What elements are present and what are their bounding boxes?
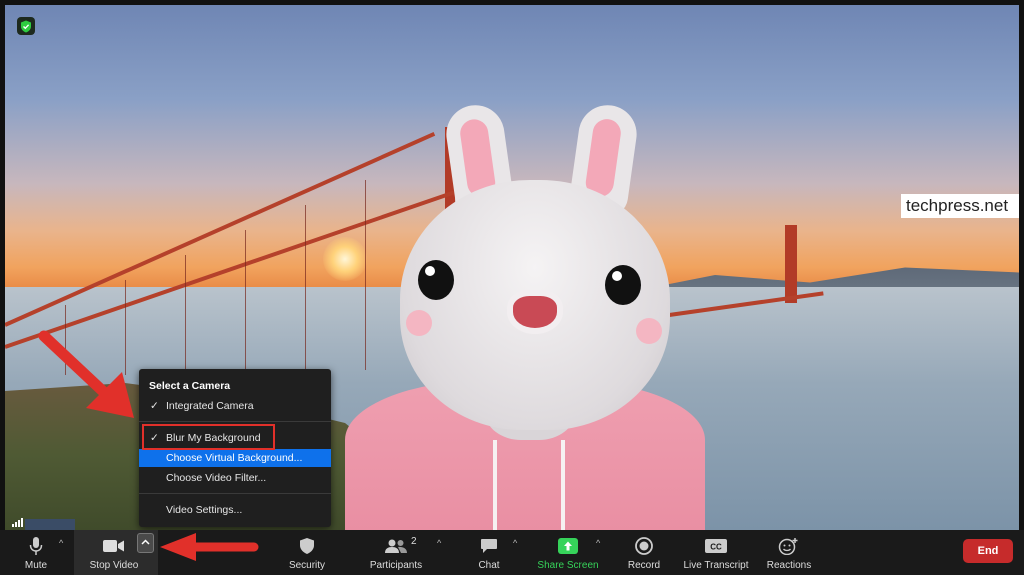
menu-separator (139, 421, 331, 422)
menu-item-label: Integrated Camera (166, 400, 254, 412)
checkmark-icon: ✓ (150, 400, 159, 412)
svg-text:CC: CC (710, 543, 722, 552)
meeting-toolbar: Mute ^ Stop Video Security Participants … (0, 530, 1024, 575)
menu-separator (139, 493, 331, 494)
camera-menu-header: Select a Camera (149, 380, 231, 392)
avatar-cheek-right (636, 318, 662, 344)
mute-options-chevron-icon[interactable]: ^ (59, 538, 63, 548)
annotation-highlight-box (142, 424, 275, 450)
participants-options-chevron-icon[interactable]: ^ (437, 538, 441, 548)
avatar-eye-right (605, 265, 641, 305)
participants-count: 2 (411, 536, 417, 547)
participant-name-strip (25, 519, 75, 530)
live-transcript-label: Live Transcript (683, 560, 749, 571)
hoodie-string-left (493, 440, 497, 530)
menu-item-label: Choose Virtual Background... (166, 452, 303, 464)
reactions-label: Reactions (766, 560, 812, 571)
record-icon (635, 535, 653, 557)
chat-button[interactable]: Chat (474, 530, 504, 575)
avatar-eye-left (418, 260, 454, 300)
share-screen-button[interactable]: Share Screen (536, 530, 600, 575)
record-label: Record (627, 560, 661, 571)
annotation-arrow-icon (38, 330, 134, 418)
avatar-head (400, 180, 670, 430)
video-options-chevron-icon[interactable] (137, 533, 154, 553)
closed-caption-icon: CC (705, 535, 727, 557)
security-label: Security (288, 560, 326, 571)
bunny-avatar (345, 100, 705, 530)
watermark: techpress.net (901, 194, 1019, 218)
menu-item-choose-virtual-background[interactable]: Choose Virtual Background... (139, 449, 331, 467)
share-options-chevron-icon[interactable]: ^ (596, 538, 600, 548)
avatar-cheek-left (406, 310, 432, 336)
security-button[interactable]: Security (283, 530, 331, 575)
annotation-arrow-icon (160, 533, 259, 561)
participants-label: Participants (369, 560, 423, 571)
chat-bubble-icon (480, 535, 498, 557)
zoom-meeting-window: techpress.net Select a Camera ✓ Integrat… (0, 0, 1024, 575)
avatar-mouth (507, 290, 563, 334)
stop-video-label: Stop Video (89, 560, 139, 571)
chat-label: Chat (478, 560, 500, 571)
record-button[interactable]: Record (624, 530, 664, 575)
share-arrow-icon (558, 535, 578, 557)
reactions-button[interactable]: Reactions (765, 530, 813, 575)
share-screen-label: Share Screen (537, 560, 599, 571)
encryption-shield-icon[interactable] (17, 17, 35, 35)
signal-strength-icon (12, 518, 23, 527)
microphone-icon (29, 535, 43, 557)
bridge-suspender (305, 205, 306, 370)
live-transcript-button[interactable]: CC Live Transcript (682, 530, 750, 575)
participants-icon (384, 535, 408, 557)
bridge-tower-right (785, 225, 797, 303)
bridge-suspender (245, 230, 246, 375)
mute-label: Mute (24, 560, 48, 571)
hoodie-string-right (561, 440, 565, 530)
emoji-icon (778, 535, 800, 557)
menu-item-label: Video Settings... (166, 504, 243, 516)
menu-item-integrated-camera[interactable]: ✓ Integrated Camera (139, 397, 331, 415)
bridge-suspender (185, 255, 186, 375)
menu-item-label: Choose Video Filter... (166, 472, 267, 484)
chat-options-chevron-icon[interactable]: ^ (513, 538, 517, 548)
shield-icon (299, 535, 315, 557)
menu-item-choose-video-filter[interactable]: Choose Video Filter... (139, 469, 331, 487)
menu-item-video-settings[interactable]: Video Settings... (139, 501, 331, 519)
video-camera-icon (103, 535, 125, 557)
end-meeting-button[interactable]: End (963, 539, 1013, 563)
mute-button[interactable]: Mute (14, 530, 58, 575)
